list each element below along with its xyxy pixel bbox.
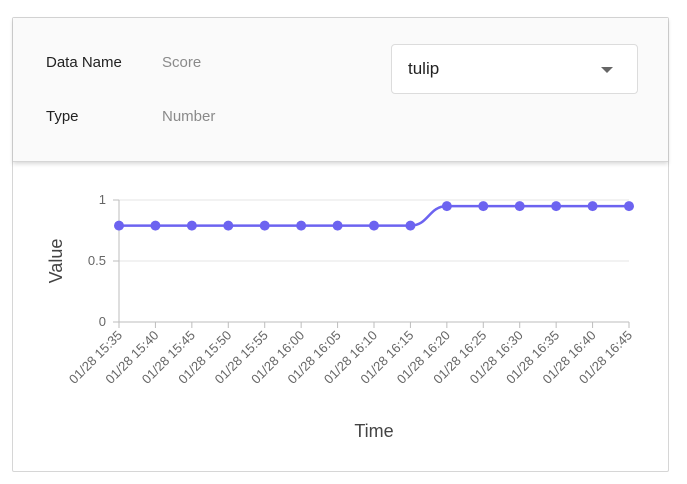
data-point <box>150 220 161 231</box>
line-chart: 00.5101/28 15:3501/28 15:4001/28 15:4501… <box>46 192 635 441</box>
x-axis-title: Time <box>354 421 393 441</box>
data-point <box>332 220 343 231</box>
data-point <box>441 201 452 212</box>
data-point <box>624 201 634 212</box>
data-point <box>369 220 379 231</box>
data-point <box>587 201 598 212</box>
data-point <box>259 220 270 231</box>
data-point <box>405 220 416 231</box>
y-axis-title: Value <box>46 239 66 284</box>
data-point <box>514 201 525 212</box>
data-point <box>223 220 234 231</box>
data-point <box>296 220 307 231</box>
data-point <box>551 201 562 212</box>
data-point <box>478 201 489 212</box>
y-tick-label: 1 <box>99 192 106 207</box>
data-point <box>186 220 197 231</box>
data-point <box>114 220 124 231</box>
y-tick-label: 0 <box>99 314 106 329</box>
y-tick-label: 0.5 <box>88 253 106 268</box>
